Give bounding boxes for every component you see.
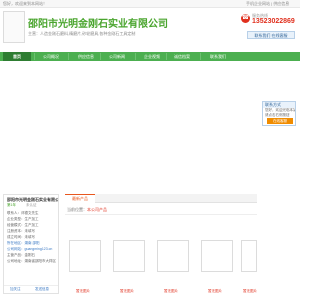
top-links[interactable]: 手机企业网站 | 供应信息 bbox=[246, 1, 289, 7]
tab-latest-products[interactable]: 最新产品 bbox=[65, 194, 95, 203]
nav-separator bbox=[100, 53, 101, 60]
info-founded: 成立时间：未填写 bbox=[7, 235, 35, 239]
product-label[interactable]: 暂无图片 bbox=[76, 289, 90, 294]
years-badge: 第1年 bbox=[7, 203, 16, 207]
verify-badge: 未认证 bbox=[26, 203, 37, 207]
product-label[interactable]: 暂无图片 bbox=[208, 289, 222, 294]
online-service-button[interactable]: 在线客服 bbox=[267, 118, 293, 124]
product-thumbnail[interactable] bbox=[157, 240, 189, 272]
nav-separator bbox=[135, 53, 136, 60]
breadcrumb-prefix: 当前位置： bbox=[67, 207, 87, 212]
section-tabbar: 最新产品 bbox=[65, 194, 257, 203]
product-label[interactable]: 暂无图片 bbox=[120, 289, 134, 294]
company-name: 邵阳市光明金刚石实业有限公司 bbox=[28, 19, 168, 30]
info-type: 企业类型：生产加工 bbox=[7, 217, 39, 221]
phone-icon: ☎ bbox=[241, 14, 250, 23]
divider bbox=[65, 214, 257, 215]
nav-news[interactable]: 公司新闻 bbox=[103, 52, 131, 61]
info-region[interactable]: 所在地区：湖南 邵阳 bbox=[7, 241, 39, 246]
info-address: 公司地址：湖南省邵阳市大祥区 bbox=[7, 259, 56, 263]
nav-contact[interactable]: 联系我们 bbox=[204, 52, 232, 61]
company-logo[interactable] bbox=[3, 11, 25, 43]
product-label[interactable]: 暂无图片 bbox=[243, 289, 257, 294]
product-label[interactable]: 暂无图片 bbox=[164, 289, 178, 294]
top-bar: 您好，欢迎来到本网站！ 手机企业网站 | 供应信息 bbox=[0, 0, 300, 8]
welcome-text: 您好，欢迎来到本网站！ bbox=[3, 1, 47, 6]
info-website[interactable]: 公司网站：guangming123.cn bbox=[7, 247, 52, 252]
sidebar-actions: 加关注 发送信息 bbox=[4, 285, 58, 293]
product-thumbnail[interactable] bbox=[241, 240, 257, 272]
contact-button[interactable]: 联系我们 在线客服 bbox=[247, 31, 295, 39]
send-message-button[interactable]: 发送信息 bbox=[35, 287, 49, 292]
nav-home[interactable]: 首页 bbox=[3, 52, 31, 61]
nav-video[interactable]: 企业视频 bbox=[138, 52, 166, 61]
main-business: 主营：人造金刚石磨料,精磨片,砂轮磨具,各种金刚石工具定制 bbox=[28, 31, 136, 36]
breadcrumb-current[interactable]: 本公司产品 bbox=[87, 207, 107, 212]
nav-separator bbox=[34, 53, 35, 60]
info-capital: 注册资本：未填写 bbox=[7, 229, 35, 233]
product-section: 最新产品 当前位置：本公司产品 暂无图片 暂无图片 暂无图片 暂无图片 暂无图片 bbox=[65, 194, 257, 300]
float-contact-panel: 联系方式 您好，欢迎光临本站 请点击右侧按钮 在线客服 bbox=[262, 101, 296, 126]
info-products: 主营产品：金刚石 bbox=[7, 253, 35, 257]
product-thumbnail[interactable] bbox=[113, 240, 145, 272]
product-thumbnail[interactable] bbox=[201, 240, 233, 272]
follow-button[interactable]: 加关注 bbox=[10, 287, 21, 292]
product-thumbnail[interactable] bbox=[69, 240, 101, 272]
company-card: 邵阳市光明金刚石实业有限公司 第1年 未认证 联系人：邓德文先生 企业类型：生产… bbox=[3, 194, 59, 294]
nav-credit[interactable]: 诚信档案 bbox=[168, 52, 196, 61]
phone-number: 13523022869 bbox=[252, 18, 295, 25]
info-contact: 联系人：邓德文先生 bbox=[7, 211, 39, 215]
info-mode: 经营模式：生产加工 bbox=[7, 223, 39, 227]
nav-separator bbox=[68, 53, 69, 60]
nav-separator bbox=[200, 53, 201, 60]
nav-separator bbox=[166, 53, 167, 60]
main-nav: 首页 公司概况 供应信息 公司新闻 企业视频 诚信档案 联系我们 bbox=[0, 52, 300, 61]
nav-supply[interactable]: 供应信息 bbox=[72, 52, 100, 61]
sidebar-company-name: 邵阳市光明金刚石实业有限公司 bbox=[7, 197, 58, 202]
nav-about[interactable]: 公司概况 bbox=[37, 52, 65, 61]
breadcrumb: 当前位置：本公司产品 bbox=[67, 207, 107, 213]
